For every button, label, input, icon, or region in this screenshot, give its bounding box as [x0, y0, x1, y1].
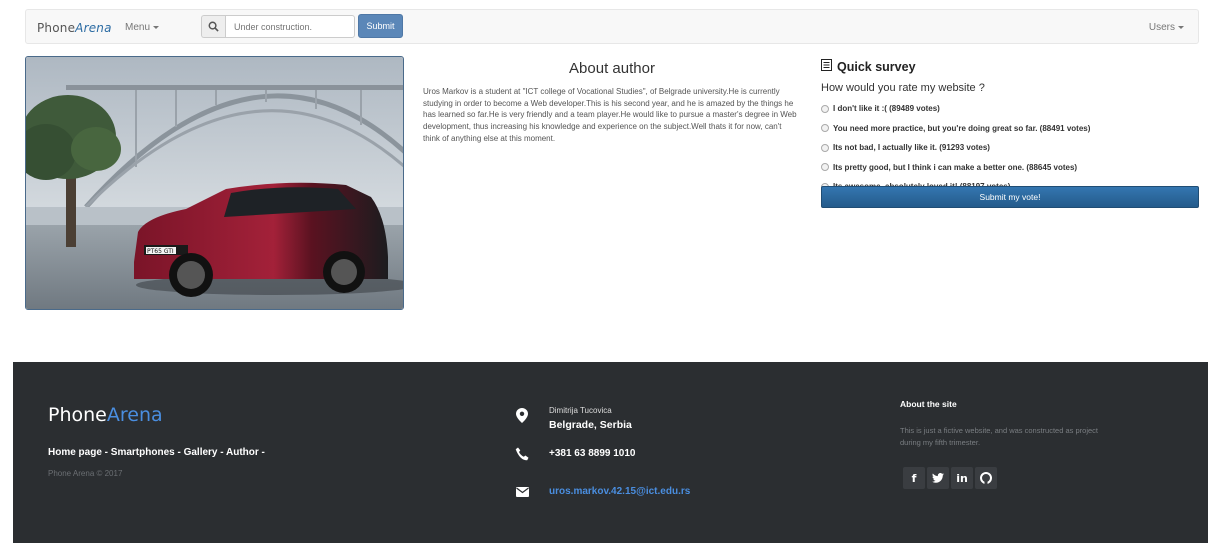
license-plate: PT65 GTI [147, 248, 174, 255]
survey-option-label: You need more practice, but you're doing… [833, 123, 1091, 133]
contact-street: Dimitrija Tucovica [549, 406, 612, 415]
survey-option-label: Its pretty good, but I think i can make … [833, 162, 1078, 172]
radio-button[interactable] [821, 104, 829, 113]
survey-title-text: Quick survey [837, 59, 916, 74]
facebook-icon[interactable]: f [903, 467, 925, 489]
caret-down-icon [153, 25, 160, 29]
footer-nav-links[interactable]: Home page - Smartphones - Gallery - Auth… [48, 447, 265, 458]
search-submit-button[interactable]: Submit [358, 14, 403, 38]
brand-logo[interactable]: PhoneArena [37, 21, 112, 35]
map-marker-icon [513, 406, 531, 424]
radio-button[interactable] [821, 143, 829, 152]
survey-option[interactable]: Its not bad, I actually like it. (91293 … [821, 138, 1201, 158]
linkedin-icon[interactable]: in [951, 467, 973, 489]
brand-phone: Phone [37, 21, 76, 35]
contact-city: Belgrade, Serbia [549, 419, 632, 431]
search-input[interactable] [225, 15, 355, 38]
footer: PhoneArena Home page - Smartphones - Gal… [13, 362, 1208, 543]
facebook-glyph: f [911, 471, 917, 485]
footer-copyright: Phone Arena © 2017 [48, 469, 123, 478]
users-dropdown[interactable]: Users [1149, 22, 1184, 33]
footer-brand-phone: Phone [48, 404, 107, 426]
twitter-icon[interactable] [927, 467, 949, 489]
submit-vote-button[interactable]: Submit my vote! [821, 186, 1199, 208]
about-author-title: About author [569, 60, 655, 77]
survey-option[interactable]: Its pretty good, but I think i can make … [821, 158, 1201, 178]
list-icon [821, 59, 832, 74]
brand-arena: Arena [75, 21, 112, 35]
linkedin-glyph: in [956, 471, 968, 485]
contact-email-link[interactable]: uros.markov.42.15@ict.edu.rs [549, 486, 690, 497]
github-icon[interactable] [975, 467, 997, 489]
envelope-icon [513, 483, 531, 501]
survey-option-label: I don't like it :( (89489 votes) [833, 104, 940, 114]
about-site-title: About the site [900, 399, 957, 409]
radio-button[interactable] [821, 163, 829, 172]
users-label: Users [1148, 22, 1175, 33]
survey-option[interactable]: I don't like it :( (89489 votes) [821, 99, 1201, 119]
survey-title: Quick survey [821, 59, 916, 74]
search-icon [201, 15, 225, 38]
menu-dropdown[interactable]: Menu [125, 22, 160, 33]
navbar: PhoneArena Menu Submit Users [25, 9, 1199, 44]
footer-brand-arena: Arena [106, 404, 163, 426]
social-links: f in [903, 467, 997, 489]
caret-down-icon [1178, 25, 1184, 29]
about-author-text: Uros Markov is a student at "ICT college… [423, 87, 797, 143]
survey-option[interactable]: You need more practice, but you're doing… [821, 119, 1201, 139]
menu-label: Menu [125, 22, 151, 33]
survey-question: How would you rate my website ? [821, 82, 985, 94]
phone-icon [513, 445, 531, 463]
survey-option-label: Its not bad, I actually like it. (91293 … [833, 143, 990, 153]
radio-button[interactable] [821, 124, 829, 133]
contact-phone: +381 63 8899 1010 [549, 448, 636, 459]
survey-options: I don't like it :( (89489 votes) You nee… [821, 99, 1201, 197]
about-site-text: This is just a fictive website, and was … [900, 426, 1099, 447]
footer-brand-logo[interactable]: PhoneArena [48, 404, 163, 426]
hero-car-image: PT65 GTI [25, 56, 404, 310]
